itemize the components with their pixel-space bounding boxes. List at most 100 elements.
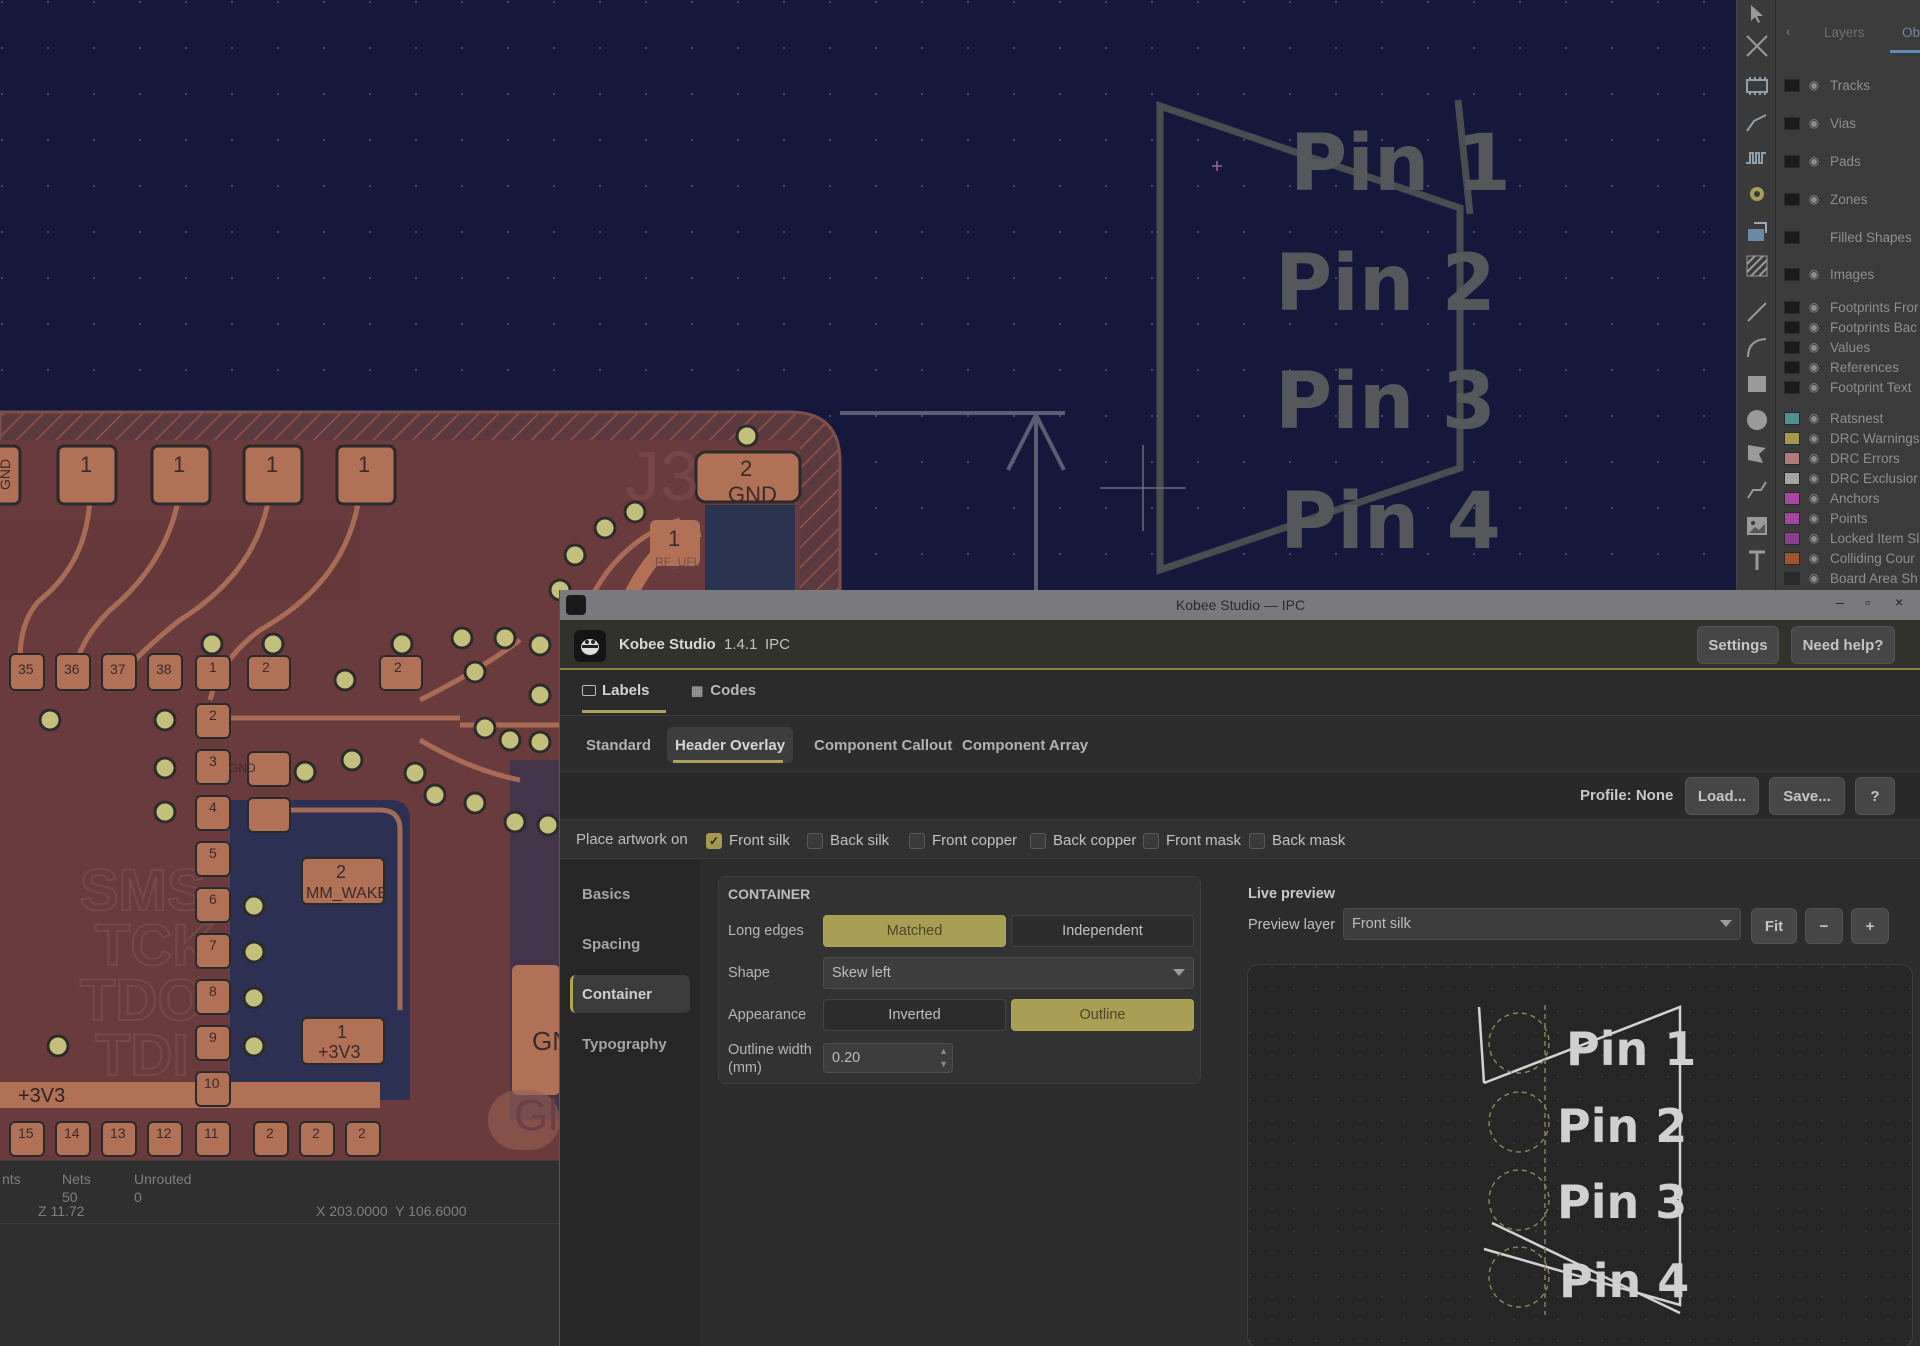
layer-color-swatch[interactable] (1784, 116, 1800, 130)
close-icon[interactable]: × (1895, 594, 1903, 610)
place-option-checkbox[interactable]: ✓ Front silk (706, 832, 790, 849)
layer-color-swatch[interactable] (1784, 154, 1800, 168)
place-option-checkbox[interactable]: Front mask (1143, 832, 1241, 849)
outline-toggle[interactable]: Outline (1011, 999, 1194, 1031)
visibility-eye-icon[interactable]: ◉ (1806, 267, 1822, 281)
layer-color-swatch[interactable] (1784, 491, 1800, 505)
arc-icon[interactable] (1743, 334, 1771, 362)
layer-row[interactable]: ◉ Tracks (1784, 76, 1870, 94)
layer-row[interactable]: ◉ Images (1784, 265, 1874, 283)
layer-color-swatch[interactable] (1784, 411, 1800, 425)
nav-container[interactable]: Container (570, 975, 690, 1013)
minimize-icon[interactable]: – (1836, 594, 1844, 610)
visibility-eye-icon[interactable]: ◉ (1806, 340, 1822, 354)
image-icon[interactable] (1743, 512, 1771, 540)
tune-length-icon[interactable] (1743, 144, 1771, 172)
layer-color-swatch[interactable] (1784, 380, 1800, 394)
visibility-eye-icon[interactable]: ◉ (1806, 411, 1822, 425)
layer-color-swatch[interactable] (1784, 571, 1800, 585)
line-icon[interactable] (1743, 298, 1771, 326)
checkbox-box[interactable] (1143, 832, 1159, 849)
layer-row[interactable]: ◉ DRC Exclusior (1784, 469, 1918, 487)
tab-layers[interactable]: Layers (1824, 25, 1865, 40)
nav-typography[interactable]: Typography (570, 1025, 690, 1063)
visibility-eye-icon[interactable]: ◉ (1806, 471, 1822, 485)
layer-color-swatch[interactable] (1784, 431, 1800, 445)
layer-row[interactable]: ◉ References (1784, 358, 1899, 376)
settings-button[interactable]: Settings (1697, 626, 1779, 664)
spinner-arrows-icon[interactable]: ▲ ▼ (939, 1045, 948, 1071)
layer-row[interactable]: ◉ Board Area Sh (1784, 569, 1918, 587)
nav-basics[interactable]: Basics (570, 875, 690, 913)
save-button[interactable]: Save... (1769, 777, 1845, 815)
inverted-toggle[interactable]: Inverted (823, 999, 1006, 1031)
layer-row[interactable]: ◉ Vias (1784, 114, 1856, 132)
route-track-icon[interactable] (1743, 108, 1771, 136)
help-question-button[interactable]: ? (1855, 777, 1895, 815)
via-icon[interactable] (1743, 180, 1771, 208)
layer-color-swatch[interactable] (1784, 360, 1800, 374)
layer-color-swatch[interactable] (1784, 340, 1800, 354)
layer-color-swatch[interactable] (1784, 551, 1800, 565)
layer-row[interactable]: ◉ Footprint Text (1784, 378, 1912, 396)
layer-color-swatch[interactable] (1784, 531, 1800, 545)
layer-color-swatch[interactable] (1784, 451, 1800, 465)
preview-layer-select[interactable]: Front silk (1343, 908, 1741, 940)
layer-color-swatch[interactable] (1784, 78, 1800, 92)
layer-row[interactable]: ◉ Points (1784, 509, 1868, 527)
help-button[interactable]: Need help? (1791, 626, 1895, 664)
layer-row[interactable]: ◉ Footprints Bac (1784, 318, 1917, 336)
layer-row[interactable]: ◉ Colliding Cour (1784, 549, 1915, 567)
visibility-eye-icon[interactable]: ◉ (1806, 431, 1822, 445)
checkbox-box[interactable] (1249, 832, 1265, 849)
tab-component-callout[interactable]: Component Callout (806, 727, 960, 763)
layer-color-swatch[interactable] (1784, 267, 1800, 281)
layer-row[interactable]: ◉ Locked Item Sl (1784, 529, 1919, 547)
tab-codes[interactable]: ▦ Codes (691, 682, 756, 699)
hatch-zone-icon[interactable] (1743, 252, 1771, 280)
checkmark-icon[interactable]: ✓ (706, 832, 722, 849)
visibility-eye-icon[interactable]: ◉ (1806, 154, 1822, 168)
text-icon[interactable] (1743, 546, 1771, 574)
footprint-icon[interactable] (1743, 72, 1771, 100)
visibility-eye-icon[interactable]: ◉ (1806, 571, 1822, 585)
layer-row[interactable]: ◉ Anchors (1784, 489, 1880, 507)
layer-color-swatch[interactable] (1784, 192, 1800, 206)
layer-color-swatch[interactable] (1784, 230, 1800, 244)
layer-row[interactable]: ◉ DRC Errors (1784, 449, 1900, 467)
tab-objects[interactable]: Ob (1902, 25, 1920, 40)
layer-row[interactable]: ◉ Footprints Fror (1784, 298, 1919, 316)
outline-width-input[interactable]: 0.20 ▲ ▼ (823, 1043, 953, 1073)
fit-button[interactable]: Fit (1751, 908, 1797, 944)
visibility-eye-icon[interactable]: ◉ (1806, 300, 1822, 314)
layer-color-swatch[interactable] (1784, 511, 1800, 525)
bezier-icon[interactable] (1743, 476, 1771, 504)
visibility-eye-icon[interactable]: ◉ (1806, 451, 1822, 465)
visibility-eye-icon[interactable]: ◉ (1806, 320, 1822, 334)
preview-canvas[interactable]: Pin 1 Pin 2 Pin 3 Pin 4 (1247, 964, 1913, 1346)
layer-row[interactable]: ◉ Values (1784, 338, 1870, 356)
layer-row[interactable]: ◉ Zones (1784, 190, 1868, 208)
visibility-eye-icon[interactable]: ◉ (1806, 116, 1822, 130)
layer-color-swatch[interactable] (1784, 471, 1800, 485)
visibility-eye-icon[interactable]: ◉ (1806, 360, 1822, 374)
maximize-icon[interactable]: ▫ (1865, 594, 1870, 610)
checkbox-box[interactable] (807, 832, 823, 849)
zone-icon[interactable] (1743, 218, 1771, 246)
layer-color-swatch[interactable] (1784, 320, 1800, 334)
polygon-icon[interactable] (1743, 440, 1771, 468)
checkbox-box[interactable] (909, 832, 925, 849)
visibility-eye-icon[interactable]: ◉ (1806, 531, 1822, 545)
visibility-eye-icon[interactable]: ◉ (1806, 78, 1822, 92)
visibility-eye-icon[interactable]: ◉ (1806, 380, 1822, 394)
layer-row[interactable]: Filled Shapes (1784, 228, 1912, 246)
shape-select[interactable]: Skew left (823, 957, 1194, 989)
rectangle-icon[interactable] (1743, 370, 1771, 398)
nav-spacing[interactable]: Spacing (570, 925, 690, 963)
load-button[interactable]: Load... (1685, 777, 1759, 815)
tab-component-array[interactable]: Component Array (954, 727, 1096, 763)
visibility-eye-icon[interactable]: ◉ (1806, 511, 1822, 525)
unroute-x-icon[interactable] (1743, 32, 1771, 60)
select-arrow-icon[interactable] (1743, 0, 1771, 28)
layer-row[interactable]: ◉ DRC Warnings (1784, 429, 1920, 447)
